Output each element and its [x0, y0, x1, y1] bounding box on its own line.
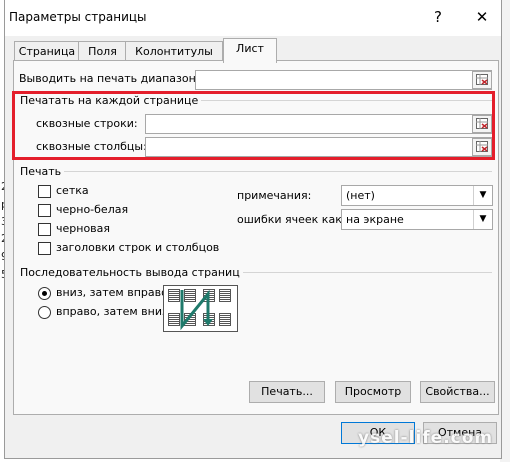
black-and-white-checkbox[interactable]: [38, 204, 51, 217]
cell-errors-select[interactable]: на экране ▼: [341, 209, 493, 230]
page-setup-dialog: Параметры страницы ? ✕ Страница Поля Кол…: [4, 0, 502, 459]
title-bar: Параметры страницы ? ✕: [5, 0, 501, 36]
gridlines-checkbox[interactable]: [38, 185, 51, 198]
comments-select-value: (нет): [346, 189, 375, 202]
print-group-line: [22, 171, 492, 172]
tab-page[interactable]: Страница: [14, 41, 80, 61]
row-column-headings-label: заголовки строк и столбцов: [56, 241, 220, 254]
page-order-group-title: Последовательность вывода страниц: [20, 266, 243, 279]
tab-header-footer[interactable]: Колонтитулы: [125, 41, 223, 61]
over-then-down-radio[interactable]: [38, 306, 51, 319]
comments-select[interactable]: (нет) ▼: [341, 185, 493, 206]
highlight-frame: [12, 91, 495, 160]
comments-label: примечания:: [237, 189, 312, 202]
over-then-down-label: вправо, затем вниз: [56, 305, 168, 318]
tab-sheet[interactable]: Лист: [223, 38, 277, 63]
print-area-range-button[interactable]: [472, 71, 492, 89]
print-group-title: Печать: [20, 165, 65, 178]
close-button[interactable]: ✕: [467, 4, 497, 30]
help-button[interactable]: ?: [423, 4, 453, 30]
cell-errors-select-value: на экране: [346, 213, 404, 226]
tab-margins[interactable]: Поля: [78, 41, 127, 61]
print-button[interactable]: Печать...: [249, 381, 325, 403]
cell-errors-label: ошибки ячеек как:: [237, 213, 346, 226]
draft-quality-label: черновая: [56, 222, 111, 235]
row-column-headings-checkbox[interactable]: [38, 242, 51, 255]
draft-quality-checkbox[interactable]: [38, 223, 51, 236]
properties-button[interactable]: Свойства...: [420, 381, 495, 403]
dialog-title: Параметры страницы: [9, 10, 147, 24]
chevron-down-icon: ▼: [473, 210, 492, 229]
watermark: ysel-life.com: [358, 428, 494, 448]
down-then-over-radio[interactable]: [38, 287, 51, 300]
print-preview-button[interactable]: Просмотр: [335, 381, 411, 403]
page-order-arrow-icon: [180, 289, 213, 331]
print-area-label: Выводить на печать диапазон:: [19, 72, 200, 85]
print-area-input[interactable]: [195, 70, 492, 90]
down-then-over-label: вниз, затем вправо: [56, 286, 168, 299]
gridlines-label: сетка: [56, 184, 89, 197]
page-order-preview: [163, 285, 238, 332]
chevron-down-icon: ▼: [473, 186, 492, 205]
range-select-icon: [476, 74, 488, 85]
black-and-white-label: черно-белая: [56, 203, 129, 216]
